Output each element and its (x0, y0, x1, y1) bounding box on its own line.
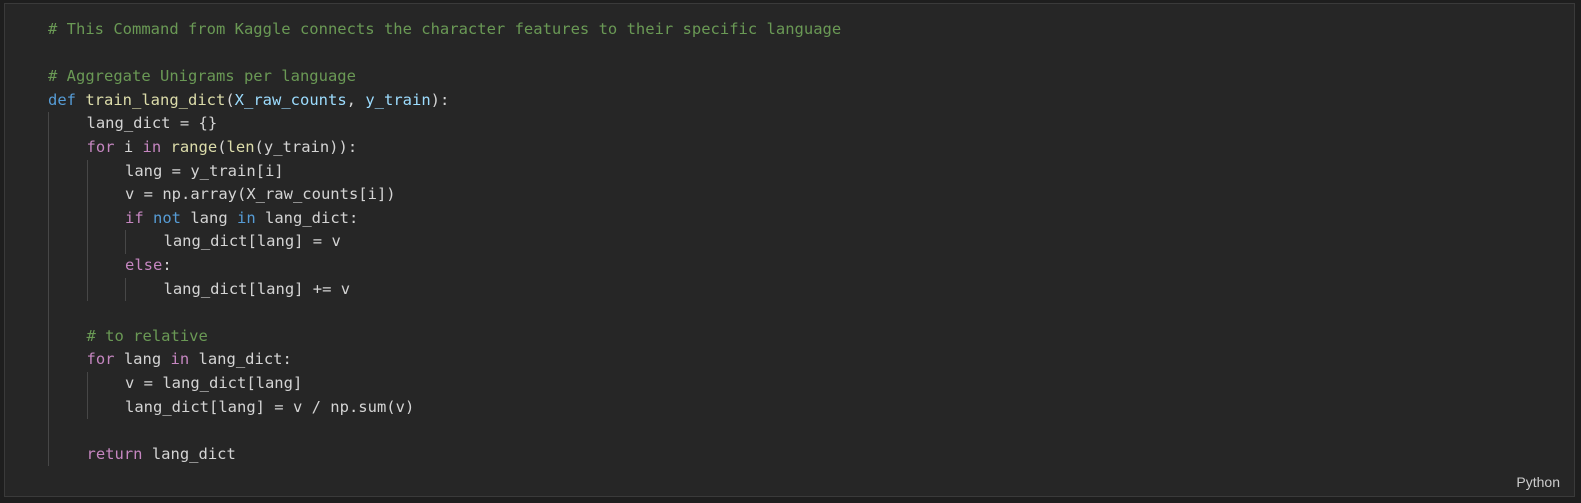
code-line[interactable]: for lang in lang_dict: (48, 348, 841, 372)
code-token: def (48, 90, 76, 109)
indent-guide (48, 159, 87, 184)
code-token: lang (181, 208, 238, 227)
indent-guide (48, 301, 87, 325)
code-token: len (226, 137, 255, 156)
code-token: if (125, 208, 144, 227)
code-token: # This Command from Kaggle connects the … (48, 20, 842, 38)
code-line[interactable]: lang_dict[lang] = v / np.sum(v) (48, 395, 841, 420)
code-token: range (170, 137, 218, 156)
code-token: in (170, 350, 190, 369)
code-token: , (346, 90, 366, 109)
code-editor[interactable]: # This Command from Kaggle connects the … (48, 18, 841, 466)
code-line[interactable] (48, 42, 841, 66)
code-token: else (125, 255, 163, 274)
code-line[interactable]: v = lang_dict[lang] (48, 371, 841, 396)
code-token: for (86, 350, 115, 369)
code-token: train_lang_dict (85, 90, 226, 109)
code-line[interactable]: def train_lang_dict(X_raw_counts, y_trai… (48, 89, 841, 113)
code-token: ( (217, 137, 227, 156)
code-token: ): (430, 90, 450, 109)
indent-guide (48, 135, 87, 160)
code-line[interactable] (48, 301, 841, 325)
code-token: lang_dict = {} (86, 114, 218, 133)
code-token: return (86, 444, 143, 463)
code-line[interactable]: return lang_dict (48, 442, 841, 467)
code-token: lang_dict: (255, 208, 359, 227)
indent-guide (48, 183, 87, 207)
indent-guide (86, 230, 126, 254)
code-line[interactable]: if not lang in lang_dict: (48, 206, 841, 231)
code-line[interactable] (48, 419, 841, 443)
indent-guide (48, 324, 87, 349)
code-token: v = np.array(X_raw_counts[i]) (125, 185, 396, 204)
indent-guide (48, 419, 87, 443)
indent-guide (48, 206, 87, 231)
indent-guide (86, 206, 126, 231)
code-token: # Aggregate Unigrams per language (48, 67, 356, 86)
code-line[interactable]: for i in range(len (y_train)): (48, 135, 841, 160)
indent-guide (48, 253, 87, 278)
code-token: ( (225, 90, 235, 109)
code-token: X_raw_counts (234, 90, 347, 109)
indent-guide (48, 442, 87, 467)
code-line[interactable]: lang_dict = {} (48, 112, 841, 136)
indent-guide (48, 230, 87, 254)
code-line[interactable]: else: (48, 253, 841, 278)
indent-guide (48, 348, 87, 372)
code-line[interactable]: # to relative (48, 324, 841, 349)
indent-guide (86, 253, 126, 278)
code-line[interactable]: lang_dict[lang] += v (48, 277, 841, 302)
code-line[interactable]: v = np.array(X_raw_counts[i]) (48, 183, 841, 207)
code-token: lang_dict (142, 444, 236, 463)
cell-language-label[interactable]: Python (1516, 474, 1560, 490)
code-token: lang (114, 350, 171, 369)
code-line[interactable]: lang = y_train[i] (48, 159, 841, 184)
code-token: v = lang_dict[lang] (125, 373, 303, 392)
indent-guide (125, 277, 164, 302)
code-token: lang_dict[lang] = v (163, 232, 341, 251)
indent-guide (48, 277, 87, 302)
code-line[interactable]: # Aggregate Unigrams per language (48, 65, 841, 89)
code-line[interactable]: lang_dict[lang] = v (48, 230, 841, 254)
indent-guide (48, 371, 87, 396)
code-token: : (162, 255, 172, 274)
indent-guide (86, 395, 126, 420)
code-token: lang_dict[lang] += v (163, 279, 351, 298)
code-token: not (153, 208, 182, 227)
code-token: lang_dict[lang] = v / np.sum(v) (125, 397, 415, 416)
indent-guide (86, 183, 126, 207)
indent-guide (86, 277, 126, 302)
indent-guide (48, 112, 87, 136)
code-token: i (114, 137, 143, 156)
code-token: lang = y_train[i] (125, 161, 284, 180)
indent-guide (125, 230, 164, 254)
indent-guide (86, 159, 126, 184)
code-token: lang_dict: (189, 350, 292, 369)
code-line[interactable]: # This Command from Kaggle connects the … (48, 18, 841, 42)
indent-guide (86, 371, 126, 396)
code-token: y_train (365, 90, 431, 109)
code-token: # to relative (86, 326, 208, 345)
code-token: in (237, 208, 256, 227)
code-token: for (86, 137, 115, 156)
code-token: in (142, 137, 162, 156)
code-cell[interactable]: # This Command from Kaggle connects the … (4, 3, 1575, 497)
code-token: (y_train)): (254, 137, 358, 156)
indent-guide (48, 395, 87, 420)
